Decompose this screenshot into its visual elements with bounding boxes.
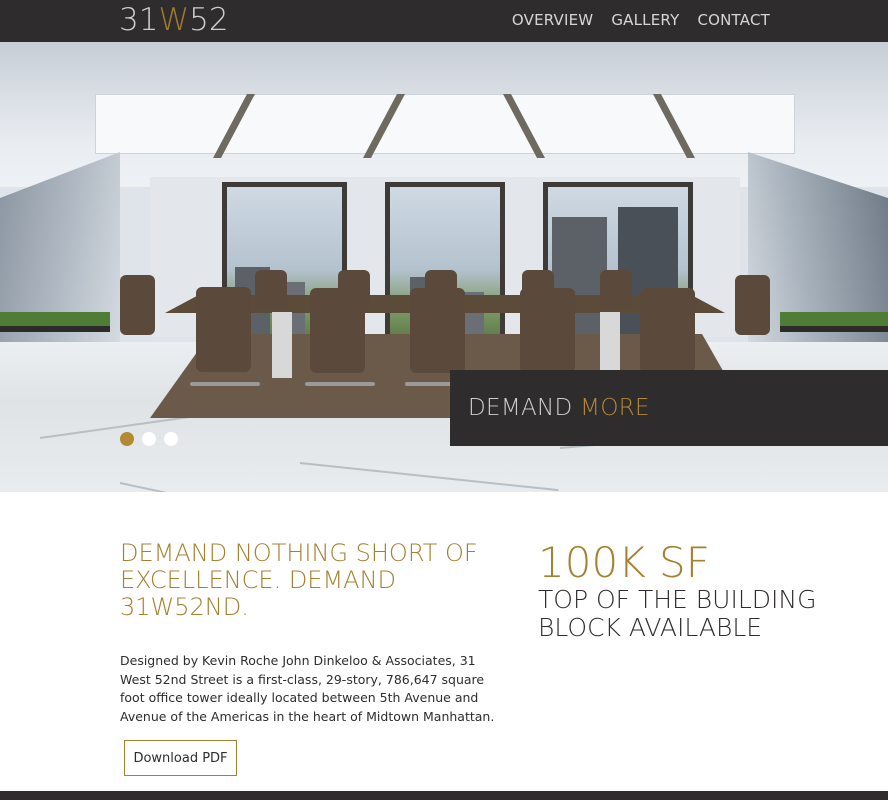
nav-link-contact[interactable]: CONTACT (697, 10, 770, 30)
slider-dot-3[interactable] (164, 432, 178, 446)
slider-dot-2[interactable] (142, 432, 156, 446)
page-headline: DEMAND NOTHING SHORT OF EXCELLENCE. DEMA… (120, 539, 478, 621)
logo-mid: W (158, 2, 190, 38)
main-nav: OVERVIEW GALLERY CONTACT (512, 10, 770, 30)
stat-description: TOP OF THE BUILDING BLOCK AVAILABLE (538, 585, 817, 642)
hero-slider: DEMAND MORE (0, 42, 888, 492)
demand-more-text: DEMAND MORE (468, 394, 650, 422)
slider-pagination (120, 432, 178, 446)
more-word: MORE (580, 395, 650, 421)
stat-value: 100K SF (538, 538, 710, 587)
footer-bar (0, 791, 888, 800)
site-logo[interactable]: 31W52 (119, 3, 229, 37)
demand-more-banner: DEMAND MORE (450, 370, 888, 446)
download-pdf-button[interactable]: Download PDF (124, 740, 237, 776)
nav-link-overview[interactable]: OVERVIEW (512, 10, 593, 30)
top-navigation-bar: 31W52 OVERVIEW GALLERY CONTACT (0, 0, 888, 42)
demand-word: DEMAND (468, 395, 573, 421)
building-description: Designed by Kevin Roche John Dinkeloo & … (120, 653, 495, 724)
slider-dot-1[interactable] (120, 432, 134, 446)
logo-suffix: 52 (189, 2, 229, 38)
logo-prefix: 31 (119, 2, 159, 38)
nav-link-gallery[interactable]: GALLERY (611, 10, 679, 30)
